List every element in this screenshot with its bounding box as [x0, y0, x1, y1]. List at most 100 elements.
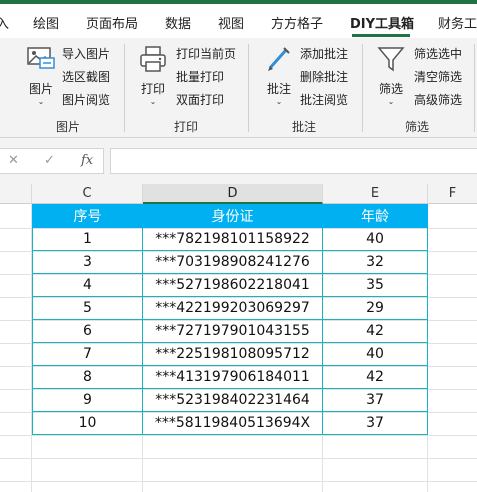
tab-data[interactable]: 数据 [165, 13, 191, 32]
header-cell-seq[interactable]: 序号 [32, 204, 143, 228]
cell-id[interactable]: ***422199203069297 [142, 296, 323, 320]
filter-selected-button[interactable]: 筛选选中 [414, 45, 462, 62]
cell-age[interactable]: 40 [322, 227, 428, 251]
filter-button[interactable]: 筛选 ⌄ [374, 44, 408, 107]
picture-icon [27, 47, 55, 69]
print-current-page-button[interactable]: 打印当前页 [176, 45, 236, 62]
formula-input[interactable] [110, 148, 477, 174]
chevron-down-icon: ⌄ [149, 97, 157, 106]
region-screenshot-button[interactable]: 选区截图 [62, 68, 110, 85]
cell-age[interactable]: 35 [322, 273, 428, 297]
column-header-f[interactable]: F [428, 184, 477, 204]
cell-id[interactable]: ***413197906184011 [142, 365, 323, 389]
group-title-picture: 图片 [55, 120, 80, 134]
cell-age[interactable]: 37 [322, 411, 428, 435]
cell-seq[interactable]: 8 [32, 365, 143, 389]
comment-button[interactable]: 批注 ⌄ [262, 44, 296, 107]
group-divider [474, 44, 475, 132]
chevron-down-icon: ⌄ [37, 97, 45, 106]
cancel-icon[interactable]: ✕ [8, 153, 19, 168]
picture-button-label: 图片 [28, 82, 53, 96]
worksheet-grid[interactable]: C D E F 序号 身份证 年龄 1 ***782198101158922 4… [0, 184, 477, 492]
formula-bar: ✕ ✓ fx [0, 138, 477, 184]
tab-draw[interactable]: 绘图 [33, 13, 59, 32]
cell-seq[interactable]: 3 [32, 250, 143, 274]
picture-button[interactable]: 图片 ⌄ [24, 44, 58, 107]
cell-seq[interactable]: 5 [32, 296, 143, 320]
grid-line [0, 435, 477, 436]
cell-age[interactable]: 42 [322, 365, 428, 389]
cell-seq[interactable]: 6 [32, 319, 143, 343]
chevron-down-icon: ⌄ [387, 97, 395, 106]
table-row: 5 ***422199203069297 29 [32, 296, 428, 320]
column-header-d[interactable]: D [143, 184, 323, 204]
cell-age[interactable]: 40 [322, 342, 428, 366]
clear-filter-button[interactable]: 清空筛选 [414, 68, 462, 85]
table-row: 7 ***225198108095712 40 [32, 342, 428, 366]
cell-id[interactable]: ***225198108095712 [142, 342, 323, 366]
tab-diy-toolbox[interactable]: DIY工具箱 [350, 13, 414, 32]
group-title-filter: 筛选 [404, 120, 429, 134]
delete-comment-button[interactable]: 删除批注 [300, 68, 348, 85]
cell-id[interactable]: ***58119840513694X [142, 411, 323, 435]
group-title-comment: 批注 [291, 120, 316, 134]
cell-id[interactable]: ***703198908241276 [142, 250, 323, 274]
column-header-b[interactable] [0, 184, 32, 204]
cell-seq[interactable]: 1 [32, 227, 143, 251]
table-header-row: 序号 身份证 年龄 [32, 204, 428, 228]
header-cell-age[interactable]: 年龄 [322, 204, 428, 228]
tab-finance[interactable]: 财务工 [438, 13, 477, 32]
table-row: 4 ***527198602218041 35 [32, 273, 428, 297]
confirm-icon[interactable]: ✓ [44, 153, 55, 168]
cell-seq[interactable]: 4 [32, 273, 143, 297]
ribbon-tab-bar: 入 绘图 页面布局 数据 视图 方方格子 DIY工具箱 财务工 [0, 4, 477, 38]
group-divider [248, 44, 249, 132]
table-row: 10 ***58119840513694X 37 [32, 411, 428, 435]
header-cell-id[interactable]: 身份证 [142, 204, 323, 228]
picture-browse-button[interactable]: 图片阅览 [62, 91, 110, 108]
comment-button-label: 批注 [266, 82, 291, 96]
table-row: 3 ***703198908241276 32 [32, 250, 428, 274]
cell-seq[interactable]: 10 [32, 411, 143, 435]
duplex-print-button[interactable]: 双面打印 [176, 91, 224, 108]
group-comment: 批注 ⌄ 添加批注 删除批注 批注阅览 批注 [250, 38, 360, 138]
cell-age[interactable]: 32 [322, 250, 428, 274]
insert-function-icon[interactable]: fx [81, 153, 93, 168]
advanced-filter-button[interactable]: 高级筛选 [414, 91, 462, 108]
column-header-e[interactable]: E [323, 184, 428, 204]
tab-view[interactable]: 视图 [218, 13, 244, 32]
cell-age[interactable]: 37 [322, 388, 428, 412]
group-title-print: 打印 [173, 120, 198, 134]
cell-seq[interactable]: 7 [32, 342, 143, 366]
group-print: 打印 ⌄ 打印当前页 批量打印 双面打印 打印 [126, 38, 246, 138]
table-row: 6 ***727197901043155 42 [32, 319, 428, 343]
print-button-label: 打印 [140, 82, 165, 96]
cell-id[interactable]: ***523198402231464 [142, 388, 323, 412]
group-picture: 图片 ⌄ 导入图片 选区截图 图片阅览 图片 [0, 38, 122, 138]
comment-browse-button[interactable]: 批注阅览 [300, 91, 348, 108]
ribbon-panel: 图片 ⌄ 导入图片 选区截图 图片阅览 图片 打印 ⌄ 打印当前页 批量打印 双… [0, 38, 477, 138]
group-filter: 筛选 ⌄ 筛选选中 清空筛选 高级筛选 筛选 [364, 38, 477, 138]
tab-fangfang[interactable]: 方方格子 [271, 13, 323, 32]
tab-page-layout[interactable]: 页面布局 [86, 13, 138, 32]
column-header-c[interactable]: C [32, 184, 143, 204]
table-row: 8 ***413197906184011 42 [32, 365, 428, 389]
cell-age[interactable]: 29 [322, 296, 428, 320]
print-button[interactable]: 打印 ⌄ [136, 44, 170, 107]
import-picture-button[interactable]: 导入图片 [62, 45, 110, 62]
filter-button-label: 筛选 [378, 82, 403, 96]
cell-id[interactable]: ***782198101158922 [142, 227, 323, 251]
cell-id[interactable]: ***727197901043155 [142, 319, 323, 343]
cell-seq[interactable]: 9 [32, 388, 143, 412]
cell-id[interactable]: ***527198602218041 [142, 273, 323, 297]
add-comment-button[interactable]: 添加批注 [300, 45, 348, 62]
tab-insert[interactable]: 入 [0, 13, 9, 32]
grid-line [0, 458, 477, 459]
table-row: 1 ***782198101158922 40 [32, 227, 428, 251]
comment-pen-icon [268, 47, 290, 71]
batch-print-button[interactable]: 批量打印 [176, 68, 224, 85]
printer-icon [140, 46, 166, 72]
table-row: 9 ***523198402231464 37 [32, 388, 428, 412]
cell-age[interactable]: 42 [322, 319, 428, 343]
formula-controls: ✕ ✓ fx [0, 148, 104, 174]
